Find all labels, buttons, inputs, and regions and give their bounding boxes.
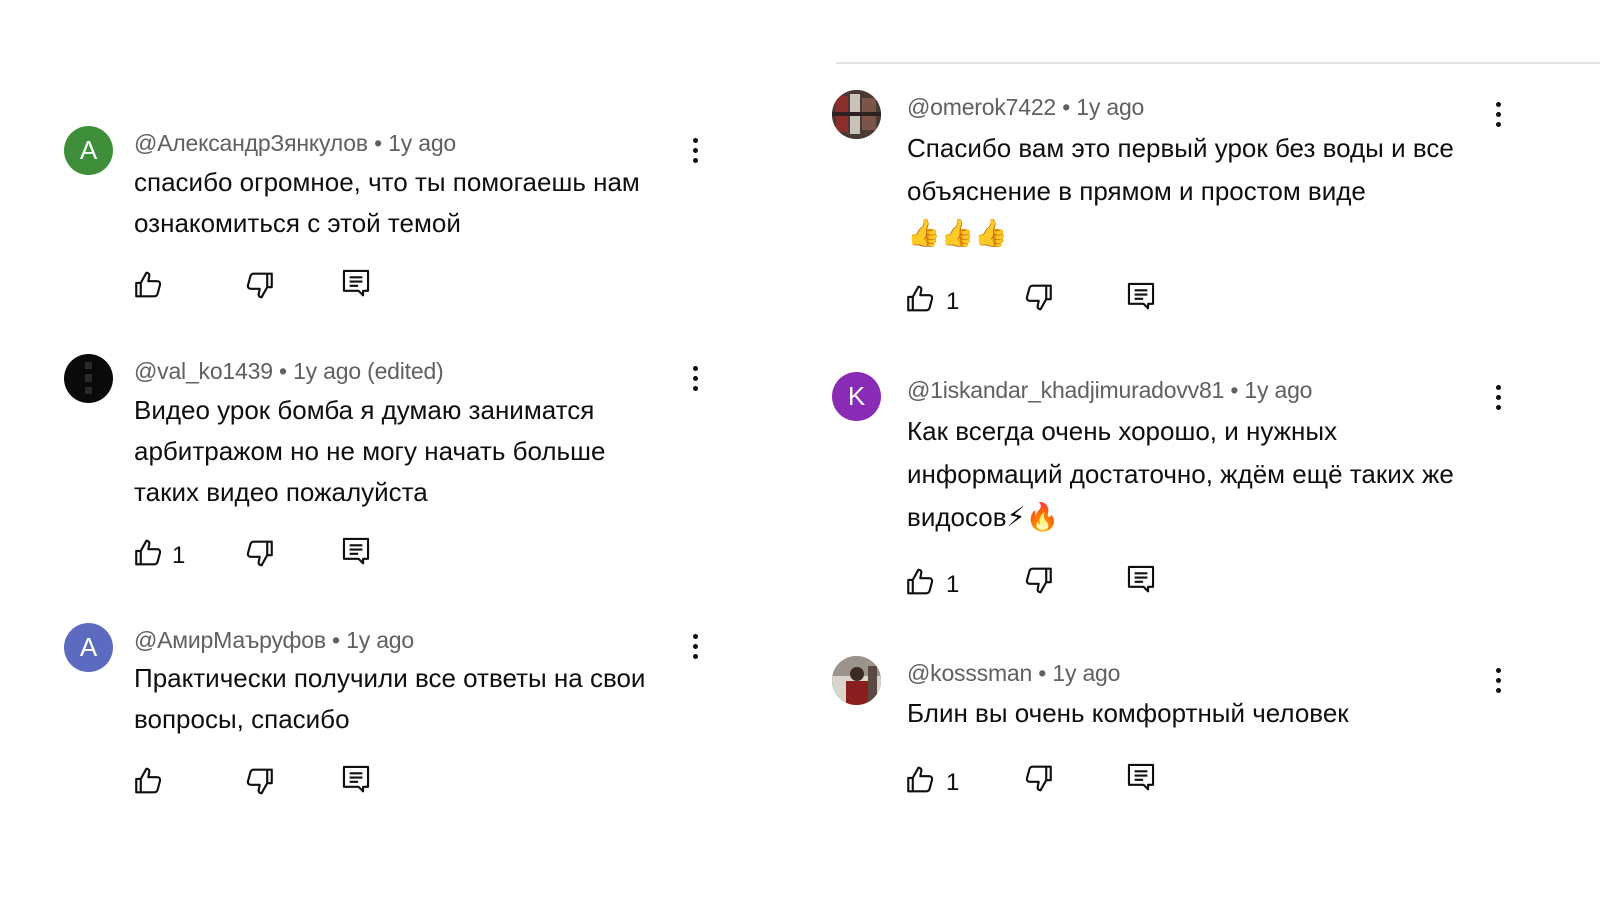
author-handle[interactable]: @omerok7422 <box>907 94 1056 120</box>
thumbs-up-icon <box>132 536 166 570</box>
dislike-button[interactable] <box>242 268 276 302</box>
reply-button[interactable] <box>339 266 373 300</box>
comment-emoji: 👍👍👍 <box>907 218 1008 248</box>
thumbs-up-icon <box>132 268 166 302</box>
comment-text: Как всегда очень хорошо, и нужных информ… <box>907 410 1497 539</box>
separator-dot: • <box>1230 377 1239 403</box>
thumbs-down-icon <box>1021 761 1055 795</box>
reply-button[interactable] <box>1124 279 1158 313</box>
timestamp[interactable]: 1y ago <box>1052 660 1120 686</box>
comment-meta: @kosssman • 1y ago <box>907 660 1120 687</box>
reply-button[interactable] <box>1124 562 1158 596</box>
reply-icon <box>339 762 373 796</box>
comment-meta: @1iskandar_khadjimuradovv81 • 1y ago <box>907 377 1312 404</box>
dislike-button[interactable] <box>1021 280 1055 314</box>
comment-emoji: ⚡🔥 <box>1006 502 1060 532</box>
more-vert-icon[interactable] <box>685 130 705 170</box>
avatar-image <box>85 362 92 394</box>
reply-button[interactable] <box>1124 760 1158 794</box>
reply-icon <box>339 266 373 300</box>
like-button[interactable] <box>904 565 938 599</box>
like-count: 1 <box>946 571 960 598</box>
timestamp[interactable]: 1y ago <box>1076 94 1144 120</box>
separator-dot: • <box>332 627 340 653</box>
like-count: 1 <box>946 769 960 796</box>
author-handle[interactable]: @1iskandar_khadjimuradovv81 <box>907 377 1224 403</box>
thumbs-up-icon <box>132 764 166 798</box>
comment-text: Блин вы очень комфортный человек <box>907 698 1349 728</box>
more-vert-icon[interactable] <box>685 626 705 666</box>
like-count: 1 <box>946 288 960 315</box>
author-handle[interactable]: @АмирМаъруфов <box>134 627 326 653</box>
like-button[interactable] <box>132 268 166 302</box>
separator-dot: • <box>374 130 382 156</box>
thumbs-up-icon <box>904 282 938 316</box>
more-vert-icon[interactable] <box>1488 377 1508 417</box>
comment-text: Практически получили все ответы на свои … <box>134 663 646 734</box>
comment-body: Как всегда очень хорошо, и нужных информ… <box>907 416 1454 532</box>
separator-dot: • <box>1062 94 1071 120</box>
timestamp[interactable]: 1y ago <box>346 627 414 653</box>
timestamp[interactable]: 1y ago <box>1244 377 1312 403</box>
timestamp[interactable]: 1y ago (edited) <box>293 358 444 384</box>
comment-meta: @val_ko1439 • 1y ago (edited) <box>134 358 444 385</box>
avatar[interactable]: K <box>832 372 881 421</box>
divider <box>836 62 1600 64</box>
dislike-button[interactable] <box>242 764 276 798</box>
avatar-image <box>832 656 881 705</box>
thumbs-down-icon <box>242 268 276 302</box>
dislike-button[interactable] <box>242 536 276 570</box>
timestamp[interactable]: 1y ago <box>388 130 456 156</box>
comment-text: Спасибо вам это первый урок без воды и в… <box>907 133 1454 206</box>
author-handle[interactable]: @val_ko1439 <box>134 358 273 384</box>
reply-button[interactable] <box>339 534 373 568</box>
comment-meta: @АлександрЗянкулов • 1y ago <box>134 130 456 157</box>
more-vert-icon[interactable] <box>1488 660 1508 700</box>
avatar[interactable] <box>64 354 113 403</box>
more-vert-icon[interactable] <box>1488 94 1508 134</box>
avatar[interactable] <box>832 90 881 139</box>
dislike-button[interactable] <box>1021 563 1055 597</box>
like-button[interactable] <box>132 536 166 570</box>
comment-text: Видео урок бомба я думаю заниматся арбит… <box>134 395 606 507</box>
thumbs-down-icon <box>242 536 276 570</box>
more-vert-icon[interactable] <box>685 358 705 398</box>
reply-icon <box>1124 279 1158 313</box>
thumbs-down-icon <box>1021 563 1055 597</box>
like-button[interactable] <box>904 282 938 316</box>
avatar[interactable]: A <box>64 126 113 175</box>
reply-icon <box>339 534 373 568</box>
reply-icon <box>1124 562 1158 596</box>
like-button[interactable] <box>132 764 166 798</box>
author-handle[interactable]: @kosssman <box>907 660 1032 686</box>
avatar[interactable]: A <box>64 623 113 672</box>
separator-dot: • <box>279 358 287 384</box>
reply-button[interactable] <box>339 762 373 796</box>
avatar-image <box>832 90 881 139</box>
author-handle[interactable]: @АлександрЗянкулов <box>134 130 368 156</box>
comment-meta: @АмирМаъруфов • 1y ago <box>134 627 414 654</box>
like-count: 1 <box>172 542 186 569</box>
avatar[interactable] <box>832 656 881 705</box>
thumbs-up-icon <box>904 565 938 599</box>
comment-text: спасибо огромное, что ты помогаешь нам о… <box>134 167 640 238</box>
separator-dot: • <box>1038 660 1047 686</box>
thumbs-down-icon <box>242 764 276 798</box>
reply-icon <box>1124 760 1158 794</box>
dislike-button[interactable] <box>1021 761 1055 795</box>
like-button[interactable] <box>904 763 938 797</box>
thumbs-down-icon <box>1021 280 1055 314</box>
thumbs-up-icon <box>904 763 938 797</box>
comment-meta: @omerok7422 • 1y ago <box>907 94 1144 121</box>
